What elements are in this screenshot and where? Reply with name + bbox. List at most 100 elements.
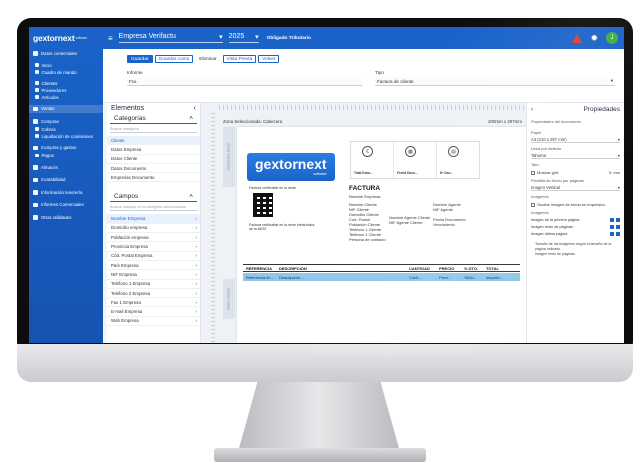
toolbar-buttons: Guardar Guardar como Eliminar Vista Prev… bbox=[127, 55, 280, 63]
lines-table-header[interactable]: REFERENCIA DESCRIPCIÓN CANTIDAD PRECIO %… bbox=[243, 264, 520, 272]
company-select[interactable]: Empresa Verifactu ▾ bbox=[118, 33, 223, 43]
doc-name-input[interactable]: Fra. bbox=[127, 77, 362, 86]
sidebar-item-articulos[interactable]: Artículos bbox=[29, 94, 103, 101]
info-date[interactable]: ▦ Fecha Docu... bbox=[394, 142, 437, 178]
field-item[interactable]: Cód. Postal Empresa › bbox=[107, 252, 200, 261]
sidebar-item-cuadro-de-mando[interactable]: Cuadro de mando bbox=[29, 69, 103, 76]
field-item[interactable]: NIF Empresa › bbox=[107, 270, 200, 280]
font-select[interactable]: Tahoma ▾ bbox=[531, 152, 620, 159]
sidebar-item-tesoreria[interactable]: Información tesorería bbox=[29, 188, 103, 197]
checkbox[interactable] bbox=[531, 170, 535, 175]
sidebar-item-almacen[interactable]: Almacén bbox=[29, 163, 103, 172]
category-item[interactable]: Datos Empresa bbox=[107, 145, 200, 155]
lines-table-row[interactable]: Referencia lin... Descripción ... Canti.… bbox=[243, 273, 520, 281]
back-button[interactable]: Volver bbox=[258, 55, 280, 63]
image-last-page-row[interactable]: Imagen última página bbox=[527, 232, 624, 236]
sidebar-item-datos-comerciales[interactable]: Datos comerciales bbox=[29, 49, 103, 58]
bank-icon bbox=[33, 190, 38, 195]
field-item[interactable]: Web Empresa › bbox=[107, 317, 200, 327]
field-item[interactable]: E-mail Empresa › bbox=[107, 307, 200, 317]
categories-header[interactable]: Categorías ˄ bbox=[110, 114, 197, 124]
field-item[interactable]: Teléfono 2 Empresa › bbox=[107, 289, 200, 299]
preview-button[interactable]: Vista Previa bbox=[222, 55, 257, 63]
field-item[interactable]: Nombre Empresa › bbox=[107, 214, 200, 224]
image-rest-pages-row[interactable]: Imagen resto de páginas bbox=[527, 225, 624, 229]
image-actions-icon[interactable] bbox=[610, 225, 620, 229]
field-item[interactable]: Población empresa › bbox=[107, 233, 200, 243]
field-item[interactable]: Provincia Empresa › bbox=[107, 242, 200, 252]
info-total[interactable]: € Total Docu... bbox=[351, 142, 394, 178]
image-first-page-row[interactable]: Imagen de la primera página bbox=[527, 218, 624, 222]
sidebar-item-proveedores[interactable]: Proveedores bbox=[29, 87, 103, 94]
alert-icon[interactable] bbox=[572, 33, 583, 43]
sidebar-item-clientes[interactable]: Clientes bbox=[29, 80, 103, 87]
grid-icon bbox=[33, 51, 38, 56]
obligation-label: Obligado Tributario bbox=[266, 35, 311, 41]
chevron-down-icon: ▾ bbox=[610, 78, 613, 83]
monitor-chin bbox=[17, 344, 633, 382]
app-logo[interactable]: gextornext software bbox=[29, 27, 103, 49]
hide-background-toggle[interactable]: Ocultar imagen de fondo en impresión bbox=[527, 202, 624, 207]
sidebar-item-cobros[interactable]: Cobros bbox=[29, 126, 103, 133]
chevron-left-icon[interactable]: ‹ bbox=[194, 105, 196, 112]
sidebar-item-liquidacion[interactable]: Liquidación de comisiones bbox=[29, 133, 103, 140]
category-item[interactable]: Cliente bbox=[107, 136, 200, 146]
save-button[interactable]: Guardar bbox=[127, 55, 153, 63]
fields-search-input[interactable]: Buscar campos en la categoría selecciona… bbox=[110, 205, 197, 212]
users-icon bbox=[35, 81, 39, 85]
sidebar-item-ventas[interactable]: Ventas bbox=[29, 104, 103, 113]
grid-toggle[interactable]: Mostrar grid 5 mm bbox=[527, 170, 624, 175]
qr-code[interactable] bbox=[253, 193, 273, 217]
field-item[interactable]: Teléfono 1 Empresa › bbox=[107, 280, 200, 289]
invoice-page[interactable]: gextornext software € Total Docu... ▦ Fecha… bbox=[237, 127, 526, 343]
chevron-right-icon[interactable]: › bbox=[531, 106, 533, 113]
vertical-ruler bbox=[211, 113, 215, 343]
sidebar-item-informes[interactable]: Informes Comerciales bbox=[29, 201, 103, 210]
tab-zona-cabecera[interactable]: Zona Cabecera bbox=[223, 127, 235, 187]
chevron-up-icon: ˄ bbox=[189, 115, 193, 122]
image-actions-icon[interactable] bbox=[610, 232, 620, 236]
monitor-stand-neck bbox=[238, 382, 400, 452]
avatar[interactable]: J bbox=[606, 32, 618, 44]
report-icon bbox=[33, 202, 38, 207]
sidebar-item-pagos[interactable]: Pagos bbox=[29, 152, 103, 159]
sidebar-item-compras[interactable]: Compras bbox=[29, 117, 103, 126]
sidebar-item-utilidades[interactable]: Otras utilidades bbox=[29, 213, 103, 222]
checkbox[interactable] bbox=[531, 202, 535, 207]
type-select[interactable]: Factura de cliente ▾ bbox=[375, 77, 615, 86]
properties-section: Propiedades del documento bbox=[531, 119, 581, 124]
sidebar-item-compras-gastos[interactable]: Compras y gastos bbox=[29, 144, 103, 153]
delete-button[interactable]: Eliminar bbox=[195, 55, 221, 63]
tab-zona-lineas[interactable]: Zona Líneas bbox=[223, 279, 235, 319]
company-name-field[interactable]: Nombre Empresa bbox=[349, 194, 380, 199]
template-select[interactable]: Imagen Vertical ▾ bbox=[531, 184, 620, 191]
paper-select[interactable]: A4 (210 x 297 mm) ▾ bbox=[531, 136, 620, 143]
type-label: Tipo bbox=[375, 70, 384, 75]
category-item[interactable]: Datos Documento bbox=[107, 164, 200, 174]
menu-icon[interactable]: ≡ bbox=[108, 34, 113, 43]
brand-logo-block[interactable]: gextornext software bbox=[247, 153, 335, 181]
field-item[interactable]: Fax 1 Empresa › bbox=[107, 298, 200, 308]
fields-header[interactable]: Campos ˄ bbox=[110, 192, 197, 203]
sidebar-item-contabilidad[interactable]: Contabilidad bbox=[29, 176, 103, 185]
field-item[interactable]: País Empresa › bbox=[107, 261, 200, 271]
sidebar-item-inicio[interactable]: Inicio bbox=[29, 62, 103, 69]
year-select[interactable]: 2025 ▾ bbox=[228, 33, 259, 43]
agent-nif-field[interactable]: NIF Agente bbox=[433, 207, 453, 212]
contact-person-field[interactable]: Persona de contacto bbox=[349, 237, 386, 242]
images-title: Imágenes bbox=[531, 210, 549, 215]
categories-search-input[interactable]: Buscar categoría bbox=[110, 127, 197, 133]
category-item[interactable]: Datos Cliente bbox=[107, 155, 200, 164]
invoice-heading[interactable]: FACTURA bbox=[349, 185, 380, 192]
due-date-field[interactable]: Vencimiento bbox=[433, 222, 455, 227]
image-actions-icon[interactable] bbox=[610, 218, 620, 222]
bag-icon bbox=[33, 119, 38, 124]
gear-icon[interactable]: ✹ bbox=[590, 33, 598, 43]
client-agent-nif-field[interactable]: NIF Agente Cliente bbox=[389, 220, 423, 225]
field-item[interactable]: Domicilio empresa › bbox=[107, 224, 200, 234]
design-canvas[interactable]: Zona Seleccionada: Cabecera 200mm x 297m… bbox=[201, 103, 526, 343]
save-as-button[interactable]: Guardar como bbox=[154, 55, 194, 63]
invoice-info-box[interactable]: € Total Docu... ▦ Fecha Docu... ▤ Nº Doc... bbox=[350, 141, 480, 179]
category-item[interactable]: Empresas Documento bbox=[107, 173, 200, 183]
info-number[interactable]: ▤ Nº Doc... bbox=[437, 142, 479, 178]
